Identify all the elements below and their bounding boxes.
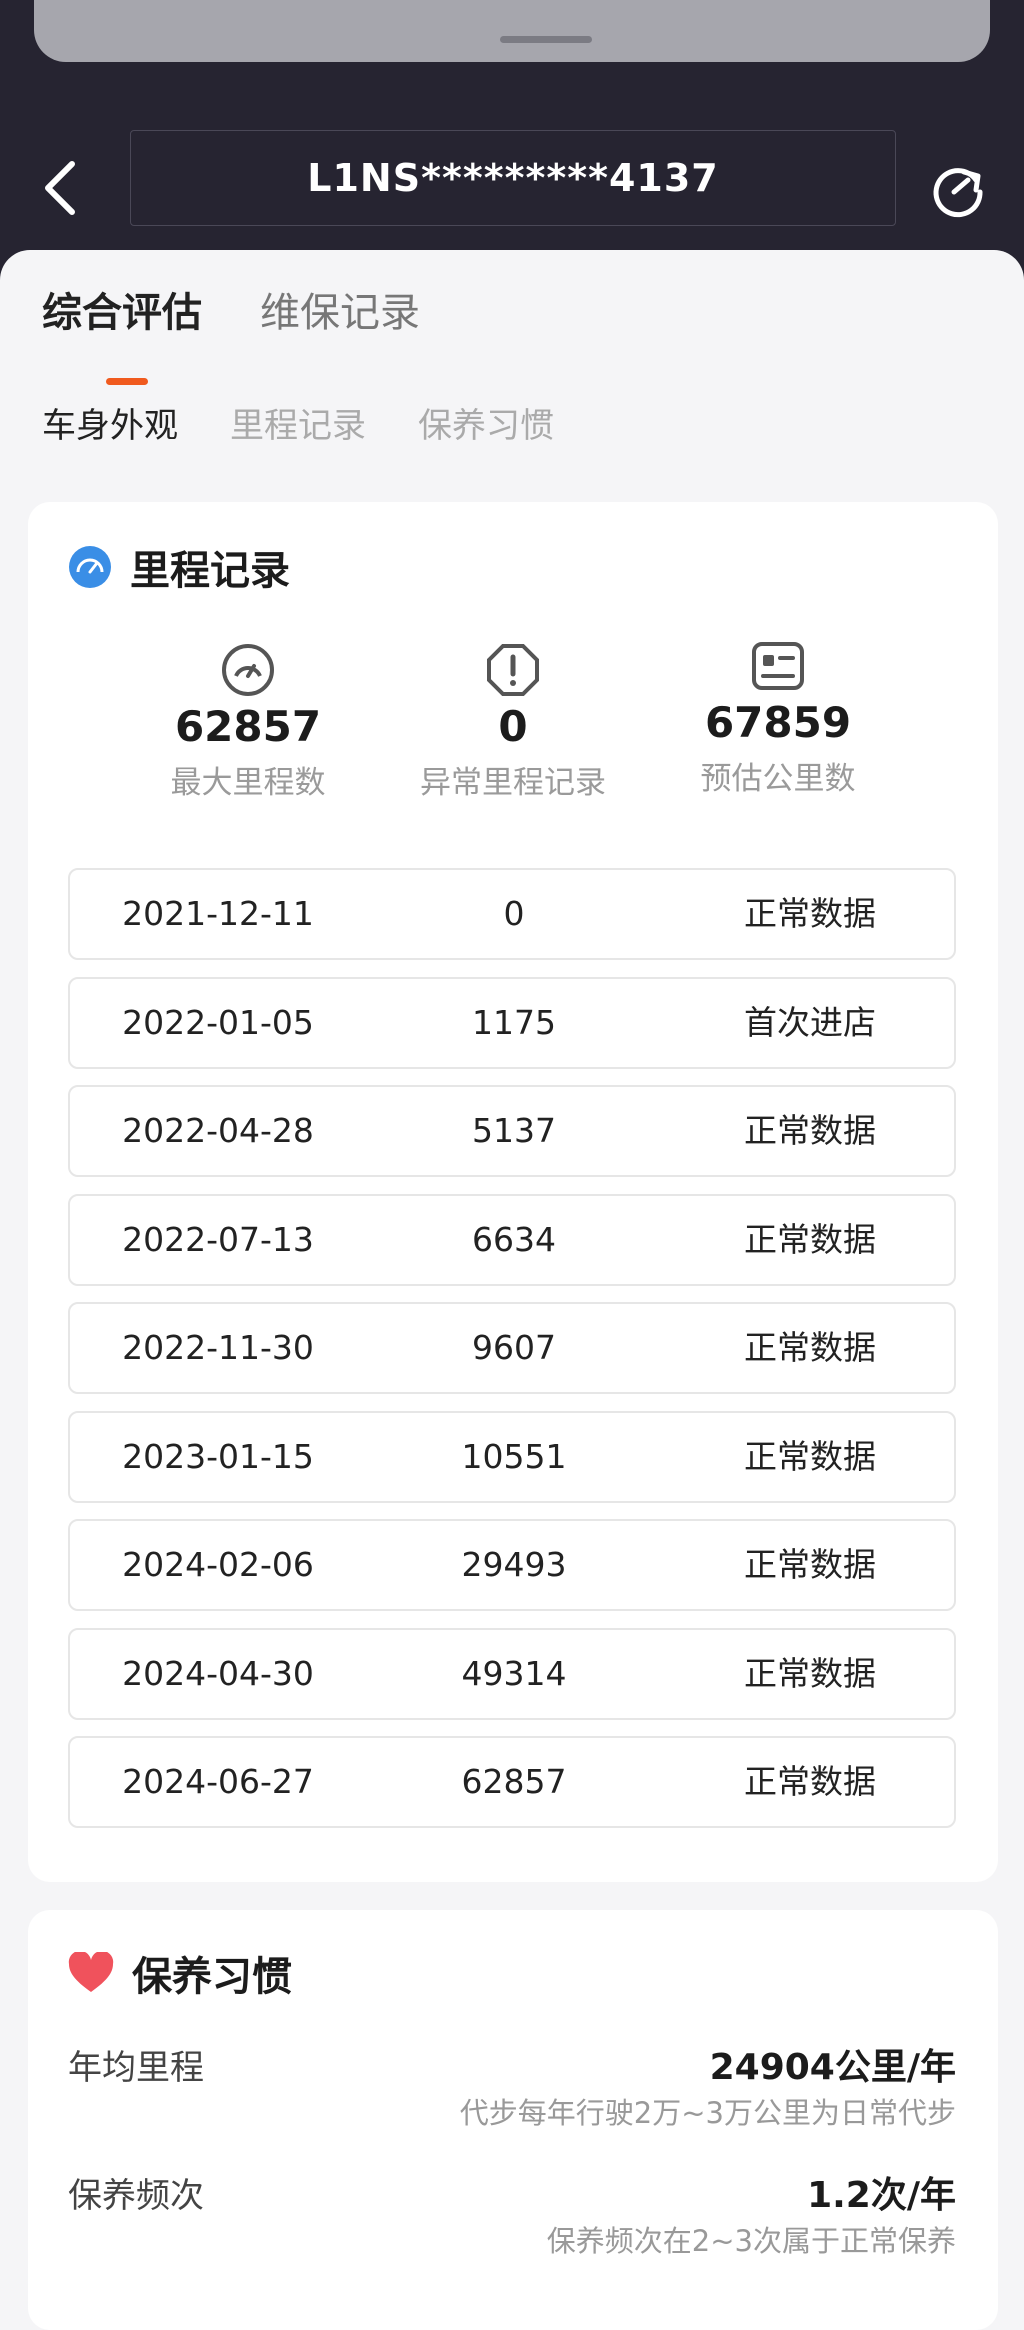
stat-abnormal-records: 0 异常里程记录 — [363, 642, 663, 802]
record-date: 2023-01-15 — [122, 1436, 314, 1476]
sub-tabs: 车身外观 里程记录 保养习惯 — [42, 398, 554, 447]
habits-card: 保养习惯 年均里程 24904公里/年 代步每年行驶2万~3万公里为日常代步 保… — [28, 1910, 998, 2330]
record-mileage: 62857 — [461, 1762, 567, 1801]
maintenance-frequency-value: 1.2次/年 — [807, 2175, 956, 2216]
record-date: 2022-07-13 — [122, 1219, 314, 1259]
back-arrow-icon[interactable] — [38, 158, 88, 218]
subtab-body-appearance[interactable]: 车身外观 — [42, 398, 178, 447]
mileage-record-row: 2022-11-30 9607 正常数据 — [68, 1302, 956, 1394]
record-date: 2024-02-06 — [122, 1545, 314, 1584]
content-sheet: 综合评估 维保记录 车身外观 里程记录 保养习惯 里程记录 62857 最大里程… — [0, 250, 1024, 2330]
warning-octagon-icon — [487, 644, 539, 696]
vin-text: L1NS*********4137 — [307, 156, 719, 200]
record-mileage: 1175 — [472, 1002, 556, 1042]
record-mileage: 9607 — [472, 1328, 556, 1367]
record-status: 首次进店 — [744, 1002, 876, 1042]
record-status: 正常数据 — [744, 1436, 876, 1476]
mileage-record-row: 2024-02-06 29493 正常数据 — [68, 1519, 956, 1611]
subtab-mileage-records[interactable]: 里程记录 — [230, 398, 366, 447]
refresh-icon[interactable] — [928, 158, 988, 218]
record-status: 正常数据 — [744, 1762, 876, 1801]
stat-value: 62857 — [174, 702, 322, 751]
mileage-card: 里程记录 62857 最大里程数 0 异常里程记录 67859 预估公里数 20… — [28, 502, 998, 1882]
mileage-record-row: 2022-01-05 1175 首次进店 — [68, 976, 956, 1069]
annual-mileage-label: 年均里程 — [68, 2048, 204, 2088]
speedometer-icon — [69, 546, 111, 588]
record-mileage: 0 — [503, 894, 525, 933]
habits-card-header: 保养习惯 — [68, 1944, 292, 2002]
heart-icon — [68, 1952, 114, 1992]
record-status: 正常数据 — [744, 1653, 876, 1693]
record-status: 正常数据 — [744, 1545, 876, 1584]
record-date: 2022-01-05 — [122, 1002, 314, 1042]
habits-title: 保养习惯 — [132, 1954, 292, 2000]
mileage-title: 里程记录 — [130, 548, 290, 594]
gauge-icon — [222, 644, 274, 696]
stat-label: 预估公里数 — [700, 761, 856, 797]
record-status: 正常数据 — [744, 1328, 876, 1367]
mileage-record-row: 2022-07-13 6634 正常数据 — [68, 1193, 956, 1286]
stat-max-mileage: 62857 最大里程数 — [98, 642, 398, 802]
record-date: 2024-06-27 — [122, 1762, 314, 1801]
stat-value: 0 — [498, 702, 528, 751]
id-card-icon — [752, 642, 804, 690]
maintenance-frequency-label: 保养频次 — [68, 2176, 204, 2216]
record-date: 2024-04-30 — [122, 1653, 314, 1693]
mileage-card-header: 里程记录 — [68, 538, 290, 596]
annual-mileage-value: 24904公里/年 — [709, 2047, 956, 2088]
record-mileage: 10551 — [461, 1436, 567, 1476]
mileage-record-row: 2024-04-30 49314 正常数据 — [68, 1627, 956, 1720]
stat-label: 异常里程记录 — [420, 765, 606, 801]
record-mileage: 29493 — [461, 1545, 567, 1584]
annual-mileage-hint: 代步每年行驶2万~3万公里为日常代步 — [459, 2096, 956, 2130]
record-mileage: 5137 — [472, 1111, 556, 1150]
mileage-record-row: 2021-12-11 0 正常数据 — [68, 868, 956, 960]
record-mileage: 6634 — [472, 1219, 556, 1259]
record-status: 正常数据 — [744, 1111, 876, 1150]
mileage-record-row: 2023-01-15 10551 正常数据 — [68, 1410, 956, 1503]
tab-maintenance-records[interactable]: 维保记录 — [260, 280, 420, 338]
stat-estimated-km: 67859 预估公里数 — [628, 638, 928, 798]
record-date: 2021-12-11 — [122, 894, 314, 933]
vin-display: L1NS*********4137 — [130, 130, 896, 226]
main-tabs: 综合评估 维保记录 — [42, 280, 420, 385]
subtab-maintenance-habits[interactable]: 保养习惯 — [418, 398, 554, 447]
mileage-record-row: 2024-06-27 62857 正常数据 — [68, 1736, 956, 1828]
stat-value: 67859 — [704, 698, 852, 747]
record-date: 2022-04-28 — [122, 1111, 314, 1150]
record-status: 正常数据 — [744, 1219, 876, 1259]
drag-handle-bar[interactable] — [34, 0, 990, 62]
record-status: 正常数据 — [744, 894, 876, 933]
maintenance-frequency-hint: 保养频次在2~3次属于正常保养 — [546, 2224, 956, 2258]
stat-label: 最大里程数 — [170, 765, 326, 801]
record-mileage: 49314 — [461, 1653, 567, 1693]
record-date: 2022-11-30 — [122, 1328, 314, 1367]
tab-overall-assessment[interactable]: 综合评估 — [42, 280, 202, 385]
mileage-record-row: 2022-04-28 5137 正常数据 — [68, 1085, 956, 1177]
drag-grip — [500, 36, 592, 43]
